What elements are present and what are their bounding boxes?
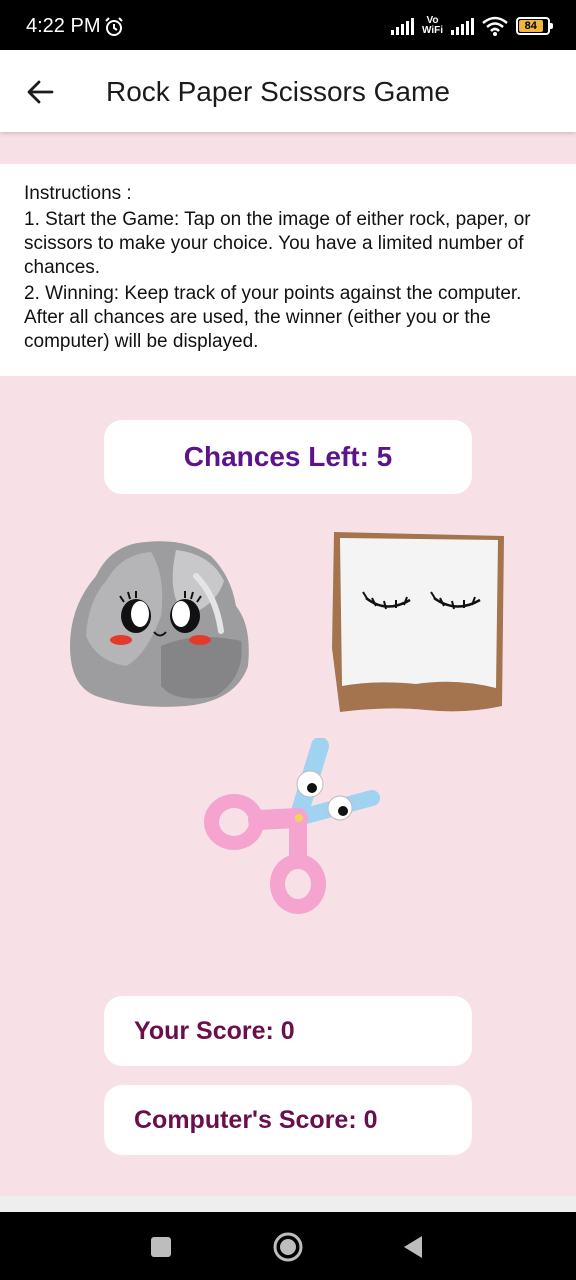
home-button[interactable] xyxy=(271,1230,305,1264)
chances-card: Chances Left: 5 xyxy=(104,420,472,494)
navigation-bar xyxy=(0,1212,576,1280)
battery-icon: 84 xyxy=(516,17,553,35)
vowifi-icon: Vo WiFi xyxy=(422,16,443,36)
page-title: Rock Paper Scissors Game xyxy=(106,76,450,107)
vowifi-bottom-label: WiFi xyxy=(421,25,443,36)
instructions-step-1: 1. Start the Game: Tap on the image of e… xyxy=(24,209,531,278)
alarm-icon xyxy=(105,17,123,36)
recents-button[interactable] xyxy=(144,1230,178,1264)
signal-icon xyxy=(390,17,414,35)
status-bar: 4:22 PM Vo WiFi 84 xyxy=(0,0,576,50)
wifi-icon xyxy=(482,16,508,36)
instructions-panel: Instructions : 1. Start the Game: Tap on… xyxy=(0,164,576,376)
paper-choice-button[interactable] xyxy=(326,528,508,714)
scissors-choice-button[interactable] xyxy=(198,737,384,920)
your-score-label: Your Score: 0 xyxy=(134,1016,295,1045)
recents-square-icon xyxy=(151,1237,171,1257)
instructions-heading: Instructions : xyxy=(24,183,132,204)
back-triangle-icon xyxy=(404,1236,422,1258)
arrow-left-icon xyxy=(27,80,54,104)
rock-image xyxy=(70,541,249,707)
status-time: 4:22 PM xyxy=(26,15,101,37)
instructions-step-2: 2. Winning: Keep track of your points ag… xyxy=(24,283,522,352)
battery-level: 84 xyxy=(519,20,543,32)
your-score-card: Your Score: 0 xyxy=(104,996,472,1066)
signal-icon-2 xyxy=(451,17,474,35)
rock-choice-button[interactable] xyxy=(66,536,256,712)
app-bar: Rock Paper Scissors Game xyxy=(0,50,576,132)
status-icons: Vo WiFi 84 xyxy=(390,14,553,38)
home-circle-icon xyxy=(273,1232,303,1262)
paper-image xyxy=(332,532,504,712)
chances-left-label: Chances Left: 5 xyxy=(183,441,393,472)
computer-score-card: Computer's Score: 0 xyxy=(104,1085,472,1155)
system-back-button[interactable] xyxy=(396,1230,430,1264)
back-button[interactable] xyxy=(20,72,60,112)
scissors-image xyxy=(204,737,380,914)
bottom-divider xyxy=(0,1196,576,1212)
computer-score-label: Computer's Score: 0 xyxy=(134,1105,378,1134)
